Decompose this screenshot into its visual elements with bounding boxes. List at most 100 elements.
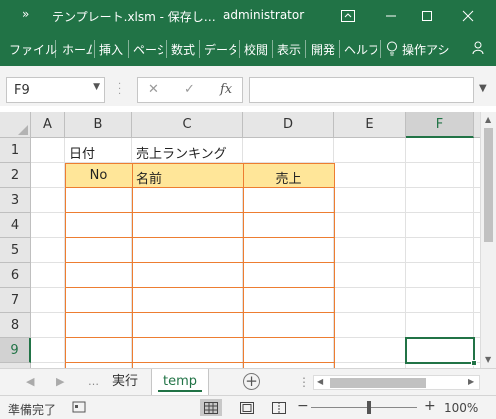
tab-divider xyxy=(166,40,167,58)
scroll-up-icon[interactable]: ▲ xyxy=(485,115,491,124)
ribbon-display-options-icon[interactable] xyxy=(335,4,361,28)
table-border xyxy=(65,163,335,164)
zoom-in-button[interactable]: + xyxy=(424,398,436,414)
formula-input[interactable] xyxy=(249,77,474,103)
cell-c2[interactable]: 名前 xyxy=(136,168,162,187)
sheet-tab-temp[interactable]: temp xyxy=(151,369,209,395)
share-icon[interactable] xyxy=(472,41,488,58)
formula-bar-grip-icon[interactable]: · · · xyxy=(118,80,121,100)
column-header-f[interactable]: F xyxy=(406,112,474,138)
lightbulb-icon[interactable] xyxy=(386,41,398,56)
row-header-8[interactable]: 8 xyxy=(0,313,31,338)
select-all-triangle-icon xyxy=(18,125,28,135)
table-border xyxy=(65,287,335,288)
vertical-scrollbar[interactable]: ▲ ▼ xyxy=(480,112,496,368)
name-box[interactable]: F9 ▼ xyxy=(6,77,105,103)
status-ready: 準備完了 xyxy=(8,403,57,417)
row-header-3[interactable]: 3 xyxy=(0,188,31,213)
tab-divider xyxy=(55,40,56,58)
macro-record-icon[interactable] xyxy=(72,400,86,417)
tab-divider xyxy=(128,40,129,58)
table-border xyxy=(65,237,335,238)
title-bar: » テンプレート.xlsm - 保存し… administrator xyxy=(0,0,496,32)
tab-home[interactable]: ホーム xyxy=(62,41,92,58)
quick-access-chevron-icon[interactable]: » xyxy=(22,7,29,21)
tab-review[interactable]: 校閲 xyxy=(244,41,268,58)
cell-d2[interactable]: 売上 xyxy=(243,168,334,187)
table-border xyxy=(65,362,335,363)
horizontal-scrollbar[interactable]: ◀ ▶ xyxy=(313,375,480,390)
minimize-button[interactable] xyxy=(378,4,404,28)
cancel-icon[interactable]: ✕ xyxy=(148,82,159,97)
tab-page-layout[interactable]: ページ xyxy=(133,41,163,58)
active-cell-f9[interactable] xyxy=(405,337,477,366)
table-border xyxy=(243,163,244,368)
formula-bar: F9 ▼ · · · ✕ ✓ fx ▼ xyxy=(0,74,496,106)
tab-split-handle-icon[interactable]: ⋮ xyxy=(298,375,310,389)
window-title: テンプレート.xlsm - 保存し… xyxy=(52,10,216,24)
tab-formulas[interactable]: 数式 xyxy=(171,41,195,58)
column-header-d[interactable]: D xyxy=(243,112,334,138)
sheet-nav-more-icon[interactable]: … xyxy=(88,375,99,388)
table-border xyxy=(65,163,66,368)
tab-view[interactable]: 表示 xyxy=(277,41,301,58)
column-header-a[interactable]: A xyxy=(31,112,65,138)
tab-divider xyxy=(94,40,95,58)
tab-help[interactable]: ヘルプ xyxy=(344,41,377,58)
table-border xyxy=(334,163,335,368)
gridline xyxy=(405,138,406,368)
status-bar: 準備完了 − + 100% xyxy=(0,395,496,419)
tab-file[interactable]: ファイル xyxy=(9,41,57,58)
row-header-6[interactable]: 6 xyxy=(0,263,31,288)
tab-developer[interactable]: 開発 xyxy=(311,41,335,58)
zoom-slider-thumb[interactable] xyxy=(367,401,371,414)
column-header-b[interactable]: B xyxy=(65,112,132,138)
page-layout-view-button[interactable] xyxy=(236,399,258,416)
close-button[interactable] xyxy=(455,4,481,28)
tab-divider xyxy=(380,40,381,58)
vertical-scroll-thumb[interactable] xyxy=(484,128,493,242)
scroll-right-icon[interactable]: ▶ xyxy=(468,377,474,386)
sheet-nav-prev-icon[interactable]: ◀ xyxy=(26,375,34,388)
normal-view-button[interactable] xyxy=(200,399,222,416)
tab-divider xyxy=(272,40,273,58)
active-tab-underline xyxy=(158,390,202,392)
sheet-nav-next-icon[interactable]: ▶ xyxy=(56,375,64,388)
cell-b1[interactable]: 日付 xyxy=(69,143,95,162)
enter-icon[interactable]: ✓ xyxy=(184,82,195,97)
zoom-level[interactable]: 100% xyxy=(444,401,478,415)
expand-formula-bar-icon[interactable]: ▼ xyxy=(479,83,487,94)
horizontal-scroll-thumb[interactable] xyxy=(330,378,426,388)
row-header-4[interactable]: 4 xyxy=(0,213,31,238)
row-header-5[interactable]: 5 xyxy=(0,238,31,263)
fill-handle[interactable] xyxy=(471,360,477,366)
tab-insert[interactable]: 挿入 xyxy=(99,41,123,58)
row-header-2[interactable]: 2 xyxy=(0,163,31,188)
page-break-preview-button[interactable] xyxy=(268,399,290,416)
user-name[interactable]: administrator xyxy=(223,8,304,22)
zoom-slider[interactable] xyxy=(311,407,417,408)
scroll-left-icon[interactable]: ◀ xyxy=(317,377,323,386)
tab-data[interactable]: データ xyxy=(204,41,236,58)
column-header-e[interactable]: E xyxy=(334,112,406,138)
sheet-tabs-bar: ◀ ▶ … 実行 temp + ⋮ ◀ ▶ xyxy=(0,368,496,395)
add-sheet-button[interactable]: + xyxy=(243,373,260,390)
cell-c1[interactable]: 売上ランキング xyxy=(136,143,227,162)
zoom-out-button[interactable]: − xyxy=(297,398,309,414)
row-header-7[interactable]: 7 xyxy=(0,288,31,313)
select-all-button[interactable] xyxy=(0,112,31,138)
tab-divider xyxy=(199,40,200,58)
tab-divider xyxy=(305,40,306,58)
chevron-down-icon[interactable]: ▼ xyxy=(93,82,100,92)
table-border xyxy=(65,312,335,313)
insert-function-button[interactable]: fx xyxy=(220,82,232,97)
row-header-1[interactable]: 1 xyxy=(0,138,31,163)
cell-b2[interactable]: No xyxy=(65,168,132,183)
maximize-button[interactable] xyxy=(414,4,440,28)
column-header-c[interactable]: C xyxy=(132,112,243,138)
table-border xyxy=(65,212,335,213)
sheet-tab-jikkou[interactable]: 実行 xyxy=(101,369,149,395)
row-header-9[interactable]: 9 xyxy=(0,338,31,363)
tell-me-search[interactable]: 操作アシ xyxy=(402,41,458,58)
scroll-down-icon[interactable]: ▼ xyxy=(485,355,491,364)
